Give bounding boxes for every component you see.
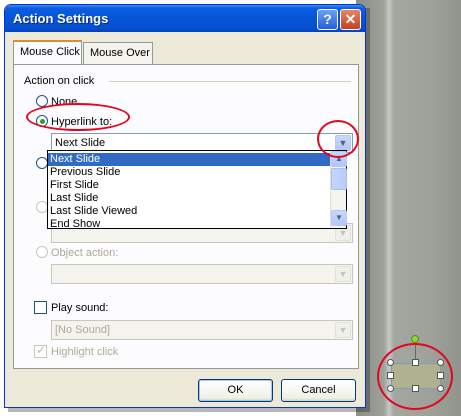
rotation-handle[interactable]: [411, 335, 419, 343]
dropdown-item[interactable]: Previous Slide: [48, 166, 331, 179]
cancel-button[interactable]: Cancel: [281, 379, 356, 402]
slide-background: [356, 0, 461, 416]
play-sound-label: Play sound:: [51, 302, 109, 314]
resize-handle[interactable]: [437, 359, 444, 366]
hyperlink-select-value: Next Slide: [55, 137, 106, 149]
scroll-up-icon[interactable]: ▲: [331, 151, 347, 167]
chevron-down-icon[interactable]: ▼: [335, 322, 351, 338]
play-sound-row[interactable]: Play sound:: [34, 301, 108, 315]
dropdown-item[interactable]: Next Slide: [48, 153, 331, 166]
group-divider: [109, 81, 351, 82]
scroll-down-icon[interactable]: ▼: [331, 210, 347, 226]
resize-handle[interactable]: [437, 372, 444, 379]
highlight-click-label: Highlight click: [51, 346, 119, 358]
object-action-select[interactable]: ▼: [51, 264, 353, 284]
radio-hyperlink-button[interactable]: [36, 115, 48, 127]
resize-handle[interactable]: [437, 385, 444, 392]
radio-none-button[interactable]: [36, 95, 48, 107]
highlight-click-checkbox[interactable]: [34, 343, 47, 358]
resize-handle[interactable]: [412, 359, 419, 366]
dialog-title: Action Settings: [13, 11, 109, 26]
resize-handle[interactable]: [387, 385, 394, 392]
dropdown-item[interactable]: Last Slide: [48, 192, 331, 205]
sound-select-value: [No Sound]: [55, 324, 111, 336]
radio-hyperlink[interactable]: Hyperlink to:: [36, 115, 112, 129]
sound-select[interactable]: [No Sound] ▼: [51, 320, 353, 340]
hyperlink-dropdown-list[interactable]: Next Slide Previous Slide First Slide La…: [47, 150, 347, 230]
close-button[interactable]: ✕: [340, 9, 361, 30]
play-sound-checkbox[interactable]: [34, 301, 47, 314]
action-settings-dialog: Action Settings ? ✕ Mouse Click Mouse Ov…: [4, 4, 366, 408]
dropdown-item[interactable]: End Show: [48, 218, 331, 230]
dropdown-item[interactable]: First Slide: [48, 179, 331, 192]
tab-mouse-click[interactable]: Mouse Click: [13, 40, 82, 64]
scrollbar-thumb[interactable]: [331, 168, 347, 190]
chevron-down-icon[interactable]: ▼: [335, 135, 351, 151]
title-bar[interactable]: Action Settings ? ✕: [5, 5, 365, 32]
resize-handle[interactable]: [387, 372, 394, 379]
radio-hyperlink-label: Hyperlink to:: [51, 116, 113, 128]
action-group-label: Action on click: [24, 75, 95, 87]
dropdown-scrollbar[interactable]: ▲ ▼: [330, 151, 347, 228]
resize-handle[interactable]: [387, 359, 394, 366]
radio-object-action-button[interactable]: [36, 246, 48, 258]
screenshot-canvas: Action Settings ? ✕ Mouse Click Mouse Ov…: [0, 0, 461, 416]
radio-none[interactable]: None: [36, 95, 77, 109]
highlight-click-row[interactable]: Highlight click: [34, 343, 119, 359]
tab-mouse-over[interactable]: Mouse Over: [83, 42, 153, 64]
dropdown-item[interactable]: Last Slide Viewed: [48, 205, 331, 218]
resize-handle[interactable]: [412, 385, 419, 392]
help-button[interactable]: ?: [317, 9, 338, 30]
radio-none-label: None: [51, 96, 78, 108]
radio-object-action-label: Object action:: [51, 247, 119, 259]
rotation-handle-line: [415, 343, 416, 360]
ok-button[interactable]: OK: [198, 379, 273, 402]
chevron-down-icon[interactable]: ▼: [335, 266, 351, 282]
radio-object-action[interactable]: Object action:: [36, 246, 118, 260]
